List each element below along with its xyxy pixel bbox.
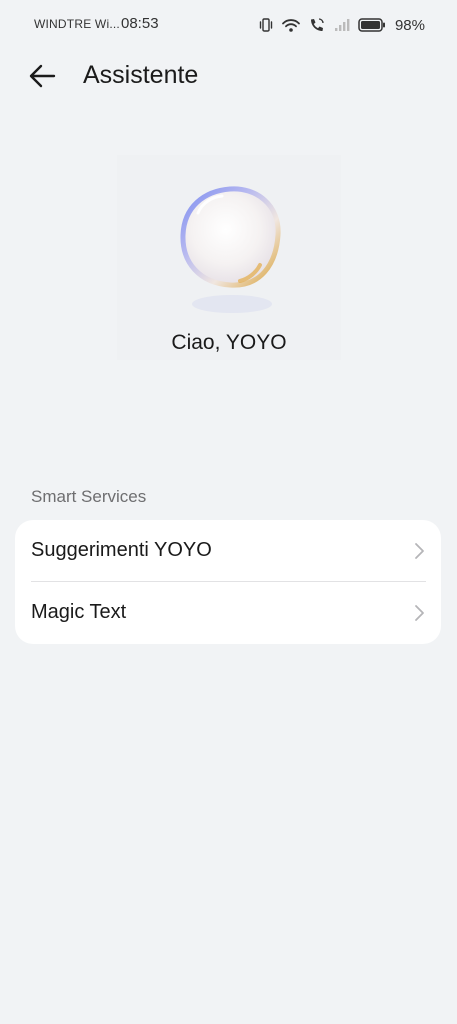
greeting-text: Ciao, YOYO [171, 331, 287, 354]
carrier-name: WINDTRE Wi... [34, 17, 120, 31]
status-time: 08:53 [121, 15, 159, 32]
section-title-smart-services: Smart Services [31, 487, 147, 506]
battery-icon [358, 17, 386, 33]
list-item-label: Magic Text [31, 601, 127, 623]
status-icons: 98% [258, 14, 425, 36]
list-item-label: Suggerimenti YOYO [31, 539, 212, 561]
smart-services-card: Suggerimenti YOYO Magic Text [15, 520, 441, 644]
chevron-right-icon [415, 605, 424, 621]
list-item-suggerimenti-yoyo[interactable]: Suggerimenti YOYO [15, 520, 441, 582]
signal-icon [333, 17, 351, 33]
wifi-icon [281, 17, 301, 33]
arrow-left-icon [27, 61, 57, 96]
vibrate-icon [258, 17, 274, 33]
status-bar: WINDTRE Wi... 08:53 98% [0, 0, 457, 50]
wifi-call-icon [308, 17, 326, 33]
list-item-magic-text[interactable]: Magic Text [15, 582, 441, 644]
page-title: Assistente [83, 61, 199, 89]
back-button[interactable] [22, 58, 62, 98]
page-header: Assistente [0, 55, 457, 99]
chevron-right-icon [415, 543, 424, 559]
assistant-orb-icon [180, 186, 281, 288]
orb-reflection [192, 295, 272, 313]
battery-percent: 98% [394, 16, 425, 34]
assistant-hero: Ciao, YOYO [117, 155, 341, 360]
